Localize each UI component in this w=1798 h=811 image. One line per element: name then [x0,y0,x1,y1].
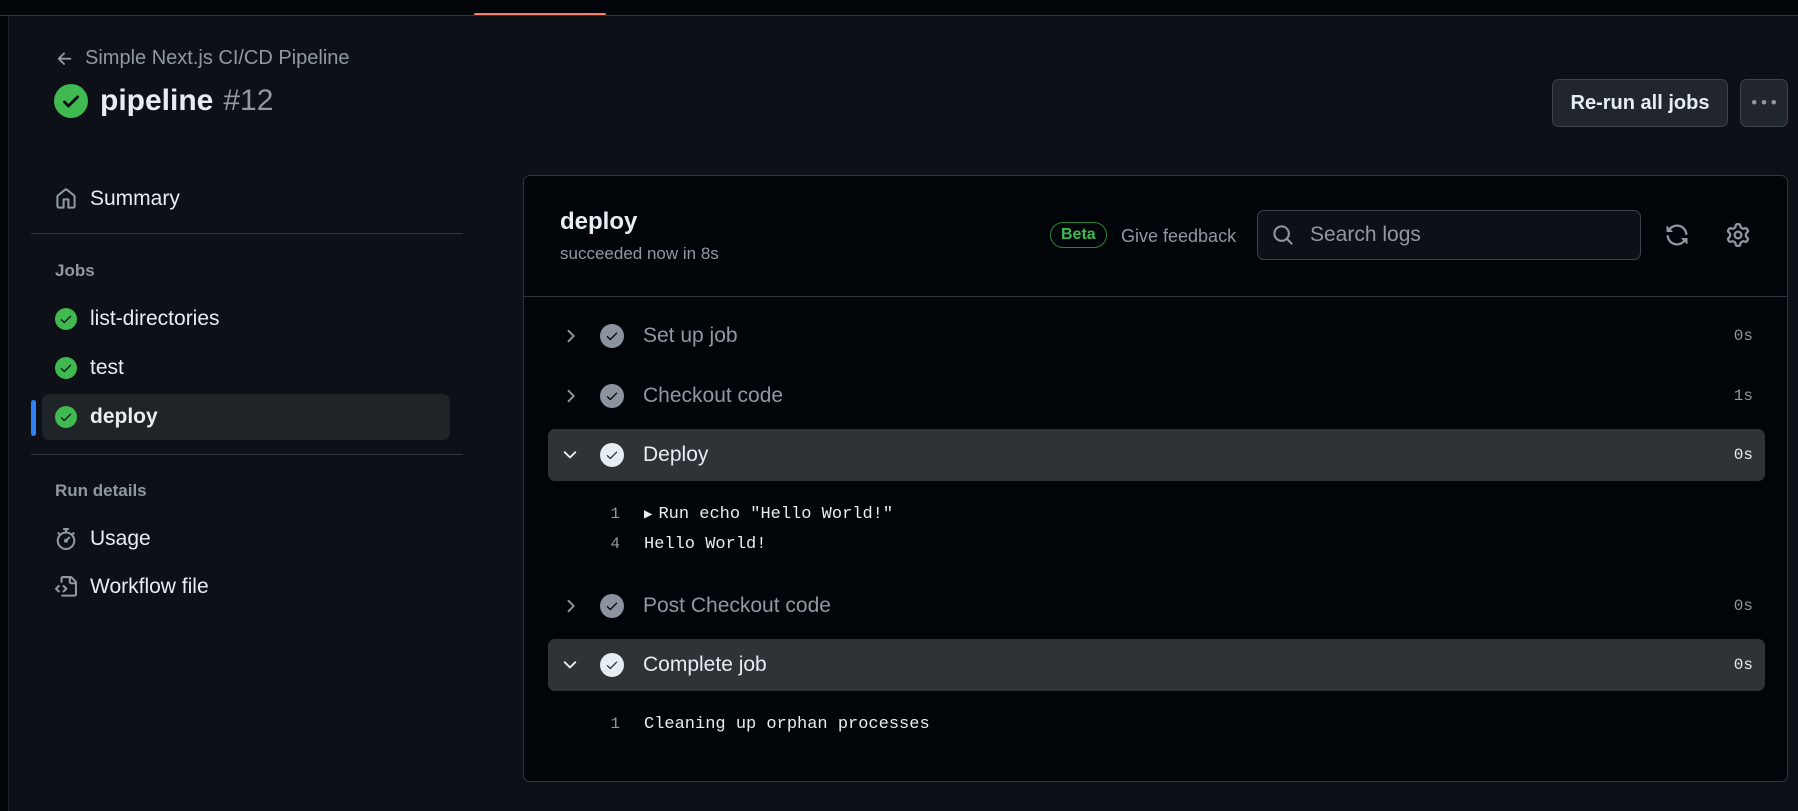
step-name: Deploy [643,443,709,466]
home-icon [54,187,78,211]
chevron-down-icon [558,443,582,467]
log-line[interactable]: 1 ▶ Run echo "Hello World!" [548,501,893,527]
step-complete-job[interactable]: Complete job 0s [548,639,1765,691]
check-circle-fill-icon [600,384,624,408]
jobs-heading: Jobs [55,261,95,280]
search-logs-field[interactable] [1257,210,1641,260]
check-circle-fill-icon [600,443,624,467]
selected-indicator [31,400,36,436]
sidebar-divider [31,233,463,234]
file-code-icon [54,575,78,599]
job-log-panel: deploy succeeded now in 8s Beta Give fee… [523,175,1788,782]
step-name: Complete job [643,653,767,676]
log-line-number: 4 [610,535,620,553]
page-title-row: pipeline #12 [54,84,273,118]
step-duration: 0s [1733,597,1753,615]
sync-icon [1666,224,1688,246]
sidebar-item-label: test [90,356,124,379]
chevron-right-icon [558,324,582,348]
step-checkout-code[interactable]: Checkout code 1s [548,370,1765,422]
refresh-button[interactable] [1662,220,1692,250]
chevron-right-icon [558,594,582,618]
step-set-up-job[interactable]: Set up job 0s [548,310,1765,362]
step-name: Checkout code [643,384,784,407]
sidebar-item-label: deploy [90,405,158,428]
chevron-down-icon [558,653,582,677]
check-circle-fill-icon [600,324,624,348]
beta-badge: Beta [1050,222,1107,248]
job-status-text: succeeded now in 8s [560,244,719,263]
sidebar-item-workflow-file[interactable]: Workflow file [42,564,450,610]
log-line-text: Hello World! [644,534,767,554]
sidebar-item-list-directories[interactable]: list-directories [42,296,450,342]
gear-icon [1726,223,1750,247]
chevron-right-icon [558,384,582,408]
check-circle-fill-icon [600,653,624,677]
sidebar-item-label: Workflow file [90,575,209,598]
settings-button[interactable] [1723,220,1753,250]
rerun-all-jobs-button[interactable]: Re-run all jobs [1552,79,1728,127]
search-icon [1273,225,1293,245]
run-number: #12 [223,84,274,117]
run-success-icon [54,84,88,118]
kebab-horizontal-icon [1752,100,1776,105]
log-line: 1 Cleaning up orphan processes [548,711,930,737]
check-circle-fill-icon [54,356,78,380]
step-deploy[interactable]: Deploy 0s [548,429,1765,481]
active-tab-indicator [474,13,606,15]
step-name: Post Checkout code [643,594,831,617]
step-duration: 1s [1733,387,1753,405]
sidebar-divider [31,454,463,455]
log-line-number: 1 [610,505,620,523]
give-feedback-link[interactable]: Give feedback [1121,226,1236,247]
sidebar-item-label: list-directories [90,307,220,330]
step-name: Set up job [643,324,738,347]
triangle-right-icon[interactable]: ▶ [644,506,652,523]
check-circle-fill-icon [54,307,78,331]
more-options-button[interactable] [1740,79,1788,127]
check-circle-fill-icon [600,594,624,618]
step-duration: 0s [1733,327,1753,345]
back-link-label: Simple Next.js CI/CD Pipeline [85,47,350,69]
page-title: pipeline [100,84,214,117]
step-duration: 0s [1733,656,1753,674]
check-circle-fill-icon [54,405,78,429]
log-line-text: Run echo "Hello World!" [658,504,894,524]
log-line: 4 Hello World! [548,531,766,557]
sidebar-item-summary[interactable]: Summary [42,176,450,222]
sidebar-item-deploy[interactable]: deploy [42,394,450,440]
sidebar-item-usage[interactable]: Usage [42,516,450,562]
step-duration: 0s [1733,446,1753,464]
left-edge-strip [0,0,9,811]
sidebar-item-label: Summary [90,187,180,210]
sidebar-item-label: Usage [90,527,151,550]
search-logs-input[interactable] [1308,222,1640,248]
job-header: deploy succeeded now in 8s Beta Give fee… [524,176,1787,297]
arrow-left-icon [57,51,72,65]
top-nav-bar [0,0,1798,16]
run-details-heading: Run details [55,481,147,500]
stopwatch-icon [54,527,78,551]
log-line-number: 1 [610,715,620,733]
back-to-workflow-link[interactable]: Simple Next.js CI/CD Pipeline [55,47,350,70]
log-line-text: Cleaning up orphan processes [644,714,930,734]
sidebar-item-test[interactable]: test [42,345,450,391]
job-title: deploy [560,208,638,235]
step-post-checkout-code[interactable]: Post Checkout code 0s [548,580,1765,632]
